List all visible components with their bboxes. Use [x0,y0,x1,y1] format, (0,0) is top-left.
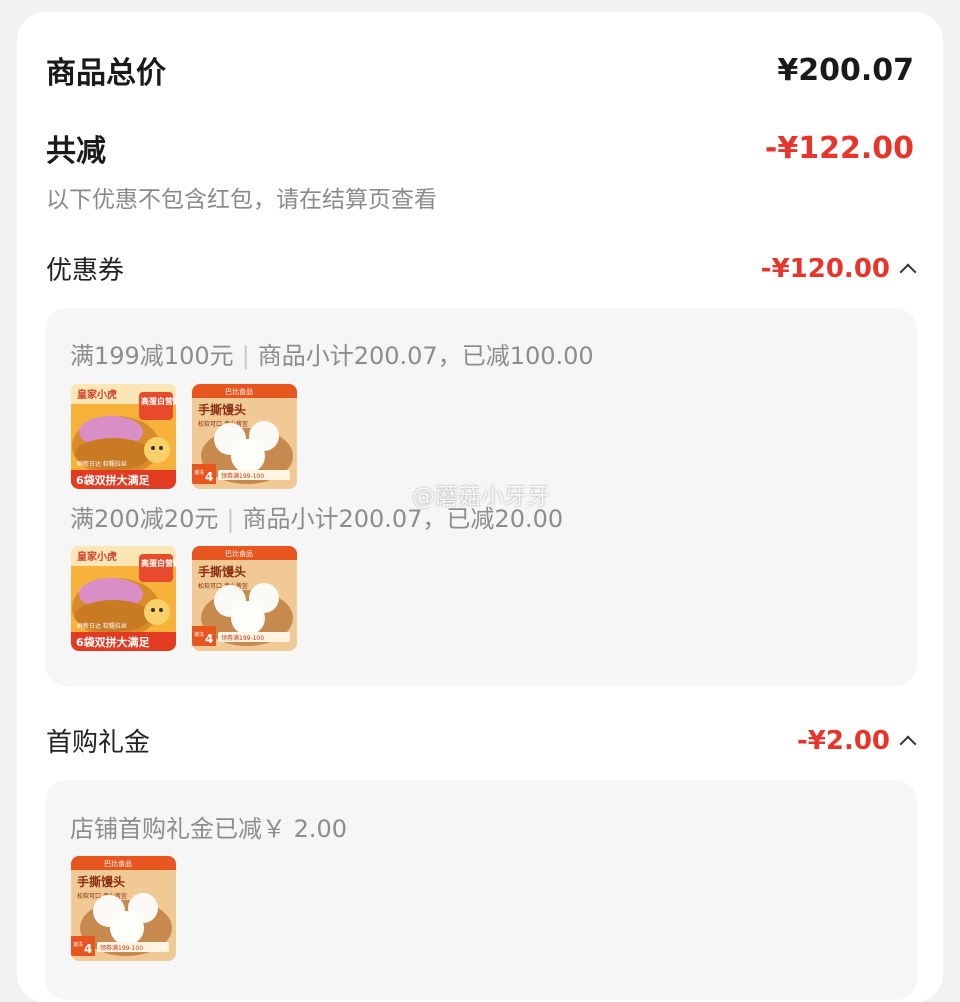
first-gift-label: 首购礼金 [46,728,151,758]
coupon-label: 优惠券 [46,256,125,286]
total-row: 商品总价 ¥200.07 [46,48,914,92]
discount-label: 共减 [46,134,106,169]
coupon-row[interactable]: 优惠券 -¥120.00 [46,250,917,287]
discount-row: 共减 -¥122.00 [46,126,914,170]
coupon-rule-1: 满199减100元 | 商品小计200.07，已减100.00 [70,336,594,371]
bun-title-text: 手撕馒头 [198,564,246,579]
discount-note: 以下优惠不包含红包，请在结算页查看 [46,187,437,213]
bun-prefix-text: 速冻 [194,631,204,638]
chevron-up-icon[interactable] [899,735,917,752]
chevron-up-icon[interactable] [899,263,917,280]
rule-condition: 满200减20元 [70,505,219,533]
bun-title-text: 手撕馒头 [198,402,246,417]
bread-tag-text: 高蛋白营养多 [141,558,176,568]
product-thumb-bun[interactable]: 巴比食品 手撕馒头 松软可口 老少皆宜 速冻 4 领券满199-100 [71,856,176,961]
bun-promo-text: 领券满199-100 [221,634,264,642]
bun-product-image: 巴比食品 手撕馒头 松软可口 老少皆宜 速冻 4 领券满199-100 [192,384,297,489]
discount-value: -¥122.00 [764,130,914,166]
bun-num-text: 4 [205,632,213,646]
bread-banner-text: 6袋双拼大满足 [76,473,151,487]
product-thumb-bun[interactable]: 巴比食品 手撕馒头 松软可口 老少皆宜 速冻 4 领券满199-100 [192,546,297,651]
rule-separator: | [241,342,250,370]
bread-brand-text: 皇家小虎 [77,550,117,563]
coupon-toggle[interactable]: -¥120.00 [760,253,917,284]
bun-shop-text: 巴比食品 [225,387,253,396]
bun-product-image: 巴比食品 手撕馒头 松软可口 老少皆宜 速冻 4 领券满199-100 [71,856,176,961]
bread-product-image: 皇家小虎 高蛋白营养多 鲜新日达 软糯拉丝 6袋双拼大满足 [71,546,176,651]
bread-chips-text: 鲜新日达 软糯拉丝 [77,622,127,630]
rule-condition: 满199减100元 [70,342,234,370]
bun-num-text: 4 [205,470,213,484]
bread-brand-text: 皇家小虎 [77,388,117,401]
watermark: @蘑菇小牙牙 [412,484,550,510]
first-gift-value: -¥2.00 [796,725,890,756]
bread-chips-text: 鲜新日达 软糯拉丝 [77,460,127,468]
bun-promo-text: 领券满199-100 [221,472,264,480]
bun-shop-text: 巴比食品 [225,549,253,558]
first-gift-toggle[interactable]: -¥2.00 [796,725,917,756]
bun-prefix-text: 速冻 [73,941,83,948]
bun-promo-text: 领券满199-100 [100,944,143,952]
product-thumb-bread[interactable]: 皇家小虎 高蛋白营养多 鲜新日达 软糯拉丝 6袋双拼大满足 [71,546,176,651]
bread-banner-text: 6袋双拼大满足 [76,635,151,649]
rule-separator: | [226,505,235,533]
product-thumb-bun[interactable]: 巴比食品 手撕馒头 松软可口 老少皆宜 速冻 4 领券满199-100 [192,384,297,489]
bun-prefix-text: 速冻 [194,469,204,476]
bun-num-text: 4 [84,942,92,956]
bun-product-image: 巴比食品 手撕馒头 松软可口 老少皆宜 速冻 4 领券满199-100 [192,546,297,651]
bread-tag-text: 高蛋白营养多 [141,396,176,406]
first-gift-detail: 店铺首购礼金已减￥ 2.00 [70,815,348,843]
coupon-value: -¥120.00 [760,253,890,284]
rule-detail: 商品小计200.07，已减100.00 [257,342,594,370]
total-value: ¥200.07 [777,52,914,88]
total-label: 商品总价 [46,56,166,91]
bun-shop-text: 巴比食品 [104,859,132,868]
bun-title-text: 手撕馒头 [77,874,125,889]
bread-product-image: 皇家小虎 高蛋白营养多 鲜新日达 软糯拉丝 6袋双拼大满足 [71,384,176,489]
first-gift-row[interactable]: 首购礼金 -¥2.00 [46,722,917,759]
product-thumb-bread[interactable]: 皇家小虎 高蛋白营养多 鲜新日达 软糯拉丝 6袋双拼大满足 [71,384,176,489]
